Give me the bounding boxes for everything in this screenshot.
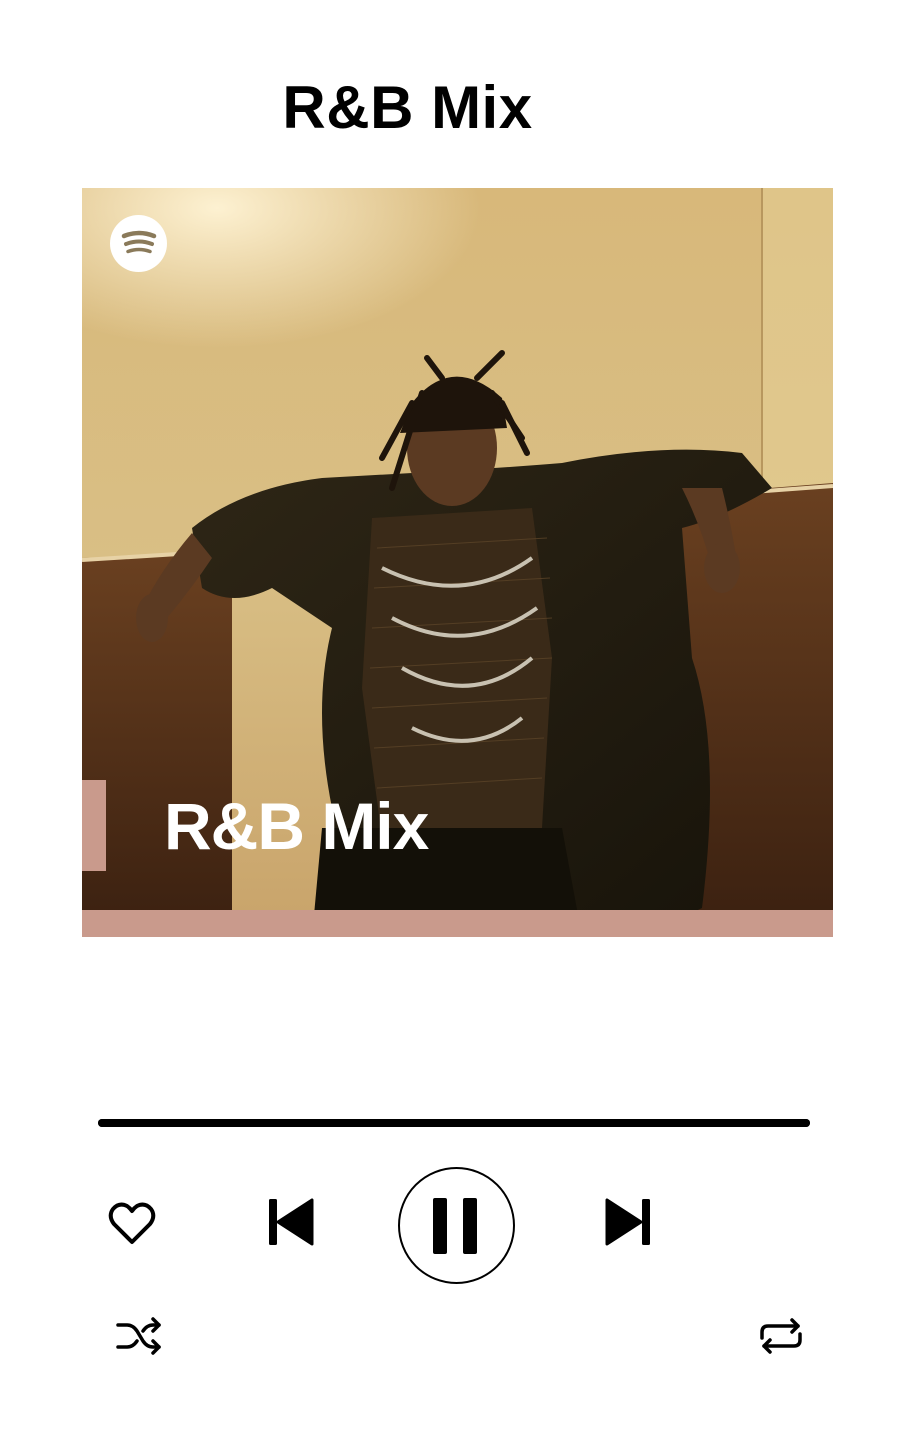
cover-title: R&B Mix	[164, 789, 429, 863]
pause-icon	[433, 1197, 477, 1254]
next-button[interactable]	[603, 1196, 653, 1248]
shuffle-button[interactable]	[115, 1316, 163, 1356]
page-title: R&B Mix	[282, 74, 533, 141]
cover-accent-bar	[82, 780, 106, 871]
progress-bar[interactable]	[98, 1119, 810, 1127]
cover-bottom-band	[82, 910, 833, 937]
progress-fill	[98, 1119, 810, 1127]
heart-outline-icon	[108, 1202, 156, 1244]
previous-button[interactable]	[266, 1196, 316, 1248]
album-cover[interactable]: R&B Mix	[82, 188, 833, 937]
skip-previous-icon	[269, 1198, 314, 1246]
shuffle-icon	[116, 1317, 161, 1355]
like-button[interactable]	[106, 1198, 158, 1248]
spotify-logo-icon	[110, 215, 167, 272]
skip-next-icon	[605, 1198, 650, 1246]
repeat-icon	[760, 1318, 802, 1354]
repeat-button[interactable]	[756, 1316, 806, 1356]
pause-button[interactable]	[398, 1167, 515, 1284]
